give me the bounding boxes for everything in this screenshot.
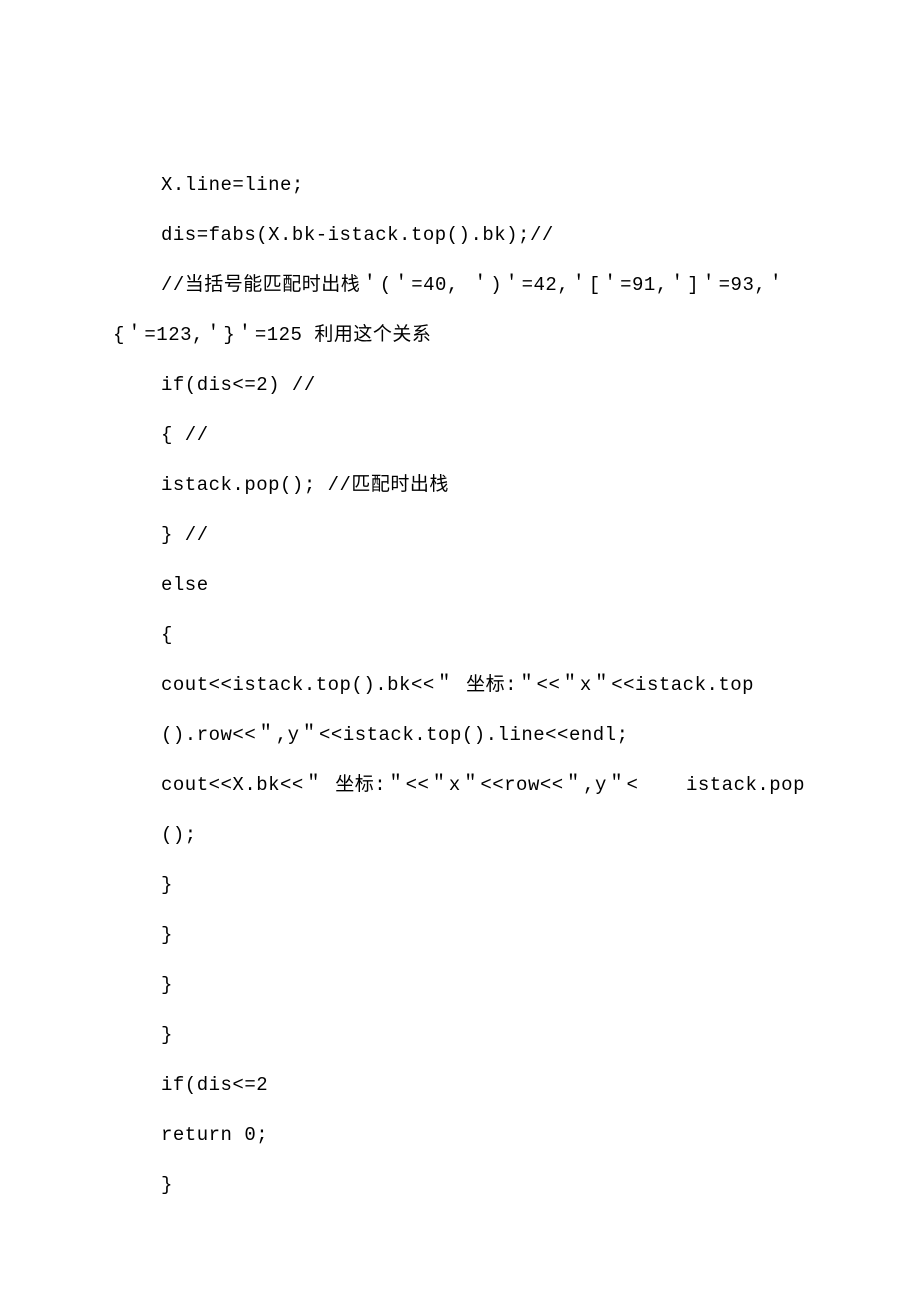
code-line: //当括号能匹配时出栈＇(＇=40, ＇)＇=42,＇[＇=91,＇]＇=93,… — [113, 260, 807, 310]
document-page: X.line=line; dis=fabs(X.bk-istack.top().… — [0, 0, 920, 1210]
code-line: dis=fabs(X.bk-istack.top().bk);// — [113, 210, 807, 260]
code-line: { // — [113, 410, 807, 460]
code-line: } — [113, 910, 807, 960]
code-line: istack.pop(); //匹配时出栈 — [113, 460, 807, 510]
code-line: else — [113, 560, 807, 610]
code-line: } — [113, 860, 807, 910]
code-line: } // — [113, 510, 807, 560]
code-line: {＇=123,＇}＇=125 利用这个关系 — [113, 310, 807, 360]
code-line: cout<<X.bk<<＂ 坐标:＂<<＂x＂<<row<<＂,y＂< ista… — [113, 760, 807, 860]
code-line: } — [113, 960, 807, 1010]
code-line: } — [113, 1010, 807, 1060]
code-line: ().row<<＂,y＂<<istack.top().line<<endl; — [113, 710, 807, 760]
code-line: return 0; — [113, 1110, 807, 1160]
code-line: { — [113, 610, 807, 660]
code-line: X.line=line; — [113, 160, 807, 210]
code-line: } — [113, 1160, 807, 1210]
code-line: cout<<istack.top().bk<<＂ 坐标:＂<<＂x＂<<ista… — [113, 660, 807, 710]
code-line: if(dis<=2 — [113, 1060, 807, 1110]
code-line: if(dis<=2) // — [113, 360, 807, 410]
